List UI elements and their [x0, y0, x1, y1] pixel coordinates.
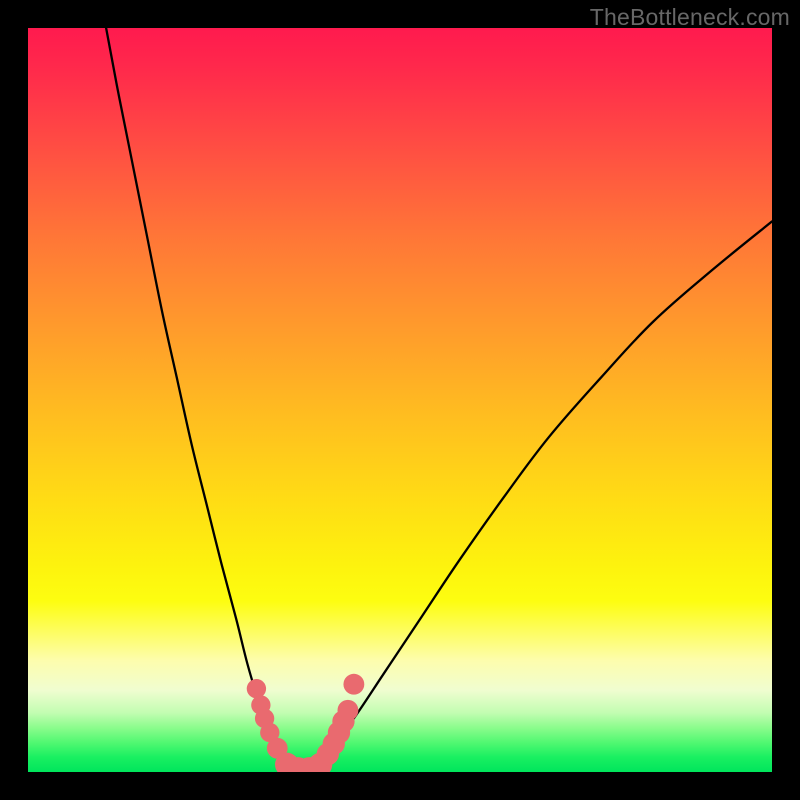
watermark-text: TheBottleneck.com	[590, 4, 790, 31]
dots-layer	[247, 674, 365, 772]
highlight-dot	[247, 679, 266, 698]
highlight-dot	[343, 674, 364, 695]
curve-left-curve	[106, 28, 298, 772]
highlight-dot	[338, 700, 359, 721]
curves-svg	[28, 28, 772, 772]
plot-area	[28, 28, 772, 772]
chart-frame: TheBottleneck.com	[0, 0, 800, 800]
curve-right-curve	[298, 221, 772, 771]
curve-layer	[106, 28, 772, 772]
